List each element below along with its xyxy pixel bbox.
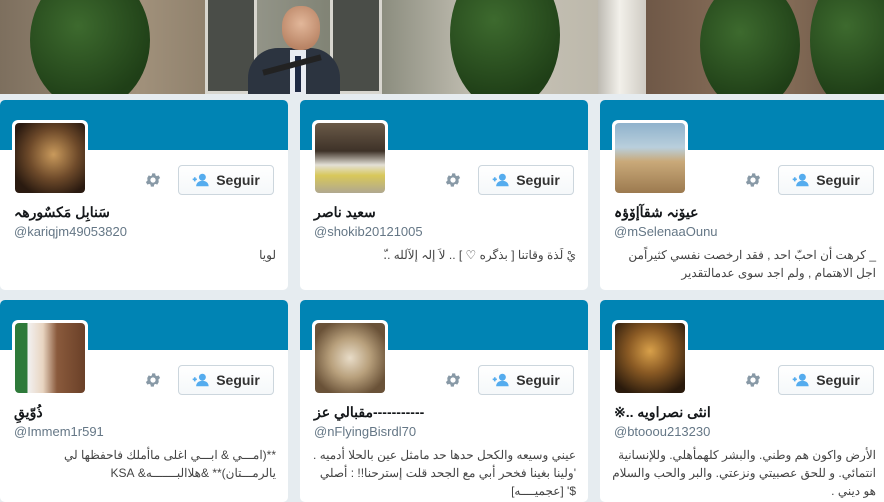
follow-label: Seguir bbox=[216, 172, 260, 188]
user-name[interactable]: ※.. انثى نصراويه bbox=[614, 404, 711, 421]
follow-button[interactable]: Seguir bbox=[778, 365, 874, 395]
user-bio: **(امـــي & ابـــي اغلى ماأملك فاحفظها ل… bbox=[64, 448, 276, 480]
gear-icon[interactable] bbox=[742, 369, 764, 391]
follow-label: Seguir bbox=[816, 372, 860, 388]
avatar[interactable] bbox=[12, 120, 88, 196]
person-plus-icon bbox=[792, 173, 809, 187]
person-plus-icon bbox=[492, 173, 509, 187]
avatar[interactable] bbox=[312, 320, 388, 396]
user-card: Seguir ※.. انثى نصراويه @btooou213230 ال… bbox=[600, 300, 884, 502]
avatar[interactable] bbox=[312, 120, 388, 196]
page: Seguir سَنابِل مَكسٌورهہ @kariqjm4905382… bbox=[0, 0, 884, 502]
user-bio: _ كرهت أن احبّ احد , فقد ارخصت نفسي كثير… bbox=[628, 248, 876, 280]
gear-icon[interactable] bbox=[142, 169, 164, 191]
gear-icon[interactable] bbox=[742, 169, 764, 191]
follow-label: Seguir bbox=[816, 172, 860, 188]
user-card: Seguir مقبالي عز----------- @nFlyingBisr… bbox=[300, 300, 588, 502]
user-handle[interactable]: @nFlyingBisrdl70 bbox=[314, 424, 416, 439]
follow-button[interactable]: Seguir bbox=[778, 165, 874, 195]
user-bio: الأرض واكون هم وطني. والبشر كلهمأهلي. ول… bbox=[612, 448, 876, 498]
follow-label: Seguir bbox=[216, 372, 260, 388]
person-plus-icon bbox=[492, 373, 509, 387]
follow-button[interactable]: Seguir bbox=[178, 365, 274, 395]
user-name[interactable]: ذُوّيقِ bbox=[14, 404, 43, 421]
avatar[interactable] bbox=[12, 320, 88, 396]
user-name[interactable]: عيۆنہ شقآإۆؤہ bbox=[614, 204, 699, 221]
person-plus-icon bbox=[792, 373, 809, 387]
user-name[interactable]: سعيد ناصر bbox=[314, 204, 376, 221]
person-plus-icon bbox=[192, 373, 209, 387]
avatar[interactable] bbox=[612, 120, 688, 196]
user-card: Seguir سعيد ناصر @shokib20121005 يْ لَذة… bbox=[300, 100, 588, 290]
header-photo bbox=[0, 0, 884, 94]
user-name[interactable]: مقبالي عز----------- bbox=[314, 404, 424, 421]
person-plus-icon bbox=[192, 173, 209, 187]
user-card: Seguir عيۆنہ شقآإۆؤہ @mSelenaaOunu _ كره… bbox=[600, 100, 884, 290]
user-bio: عيني وسيعه والكحل حدها حد مامثل عين بالح… bbox=[313, 448, 576, 498]
gear-icon[interactable] bbox=[142, 369, 164, 391]
user-handle[interactable]: @kariqjm49053820 bbox=[14, 224, 127, 239]
user-handle[interactable]: @btooou213230 bbox=[614, 424, 710, 439]
follow-button[interactable]: Seguir bbox=[478, 365, 574, 395]
user-handle[interactable]: @Immem1r591 bbox=[14, 424, 104, 439]
gear-icon[interactable] bbox=[442, 369, 464, 391]
user-card: Seguir سَنابِل مَكسٌورهہ @kariqjm4905382… bbox=[0, 100, 288, 290]
follow-button[interactable]: Seguir bbox=[478, 165, 574, 195]
avatar[interactable] bbox=[612, 320, 688, 396]
gear-icon[interactable] bbox=[442, 169, 464, 191]
user-bio: يْ لَذة وقاتنا [ بذگره ♡ ] .. لاَ إلہ إل… bbox=[383, 248, 576, 262]
user-bio: لويا bbox=[259, 248, 276, 262]
follow-button[interactable]: Seguir bbox=[178, 165, 274, 195]
user-card: Seguir ذُوّيقِ @Immem1r591 **(امـــي & ا… bbox=[0, 300, 288, 502]
follow-label: Seguir bbox=[516, 372, 560, 388]
user-handle[interactable]: @mSelenaaOunu bbox=[614, 224, 718, 239]
user-name[interactable]: سَنابِل مَكسٌورهہ bbox=[14, 204, 110, 221]
user-handle[interactable]: @shokib20121005 bbox=[314, 224, 423, 239]
follow-label: Seguir bbox=[516, 172, 560, 188]
